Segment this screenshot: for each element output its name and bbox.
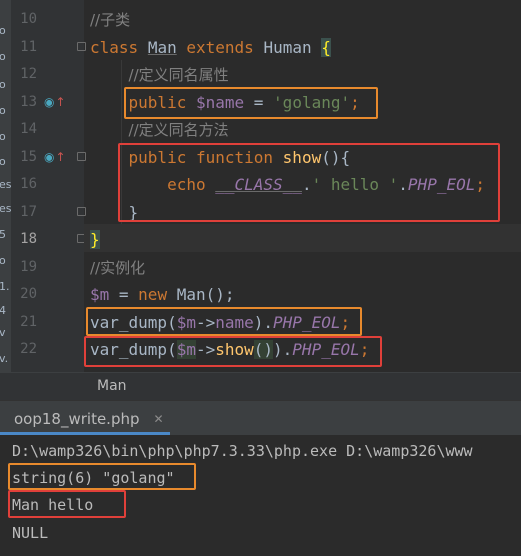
parent-class: Human bbox=[263, 37, 312, 57]
comment: //实例化 bbox=[90, 258, 146, 277]
project-item: es bbox=[0, 202, 11, 215]
brace: } bbox=[90, 230, 100, 249]
annotation-box-red bbox=[118, 143, 500, 222]
editor-gutter: 10 11 12 13 14 15 16 17 18 19 20 21 22 ◉… bbox=[11, 0, 86, 372]
line-number: 19 bbox=[20, 258, 37, 275]
brace: { bbox=[321, 37, 331, 57]
code-line-10: //子类 bbox=[90, 6, 130, 34]
override-indicator-icon[interactable]: ◉↑ bbox=[44, 89, 66, 117]
project-item: o bbox=[0, 78, 6, 91]
project-item: 4 bbox=[0, 304, 6, 317]
line-number: 20 bbox=[20, 286, 37, 302]
line-number: 11 bbox=[20, 38, 37, 55]
project-item: o bbox=[0, 130, 6, 143]
code-line-12: //定义同名属性 bbox=[90, 61, 229, 89]
run-tab-bar: oop18_write.php ✕ bbox=[0, 400, 521, 435]
code-editor[interactable]: 10 11 12 13 14 15 16 17 18 19 20 21 22 ◉… bbox=[0, 0, 521, 372]
code-line-11: class Man extends Human { bbox=[90, 34, 331, 62]
annotation-box-red bbox=[84, 336, 382, 367]
project-panel-edge[interactable]: o o o o o o es es 5 o 1. 4 v v. st bbox=[0, 0, 11, 400]
run-tab[interactable]: oop18_write.php ✕ bbox=[0, 401, 164, 436]
operator: = bbox=[109, 285, 139, 304]
project-item: o bbox=[0, 104, 6, 117]
breadcrumb: Man bbox=[0, 372, 521, 400]
project-item: 1. bbox=[0, 280, 10, 293]
console-line: NULL bbox=[12, 524, 49, 542]
constructor-call: Man(); bbox=[176, 285, 235, 304]
line-number: 13 bbox=[20, 93, 37, 110]
annotation-box-orange bbox=[124, 87, 378, 119]
close-icon[interactable]: ✕ bbox=[154, 402, 164, 436]
line-number: 12 bbox=[20, 66, 37, 82]
keyword: new bbox=[138, 285, 168, 304]
code-line-18: } bbox=[90, 226, 100, 254]
project-item: 5 bbox=[0, 228, 6, 241]
annotation-box-orange bbox=[86, 307, 362, 336]
run-tab-label: oop18_write.php bbox=[14, 409, 140, 428]
project-item: o bbox=[0, 254, 6, 267]
console-line: D:\wamp326\bin\php\php7.3.33\php.exe D:\… bbox=[12, 442, 473, 460]
line-number: 17 bbox=[20, 203, 37, 220]
line-number: 21 bbox=[20, 313, 37, 330]
comment: //子类 bbox=[90, 11, 131, 29]
line-number: 15 bbox=[20, 148, 37, 165]
breadcrumb-item[interactable]: Man bbox=[97, 373, 127, 400]
project-item: o bbox=[0, 155, 6, 168]
variable: $m bbox=[90, 285, 110, 304]
project-item: o bbox=[0, 50, 6, 63]
project-item: v. bbox=[0, 352, 9, 365]
code-line-19: //实例化 bbox=[90, 254, 145, 282]
project-item: es bbox=[0, 178, 11, 191]
line-number: 10 bbox=[20, 11, 37, 27]
comment: //定义同名属性 bbox=[128, 66, 229, 84]
override-indicator-icon[interactable]: ◉↑ bbox=[44, 144, 66, 172]
project-item: v bbox=[0, 326, 6, 339]
code-line-20: $m = new Man(); bbox=[90, 281, 235, 309]
comment: //定义同名方法 bbox=[128, 121, 229, 139]
annotation-box-red bbox=[8, 490, 126, 518]
line-number: 22 bbox=[20, 341, 37, 357]
class-name: Man bbox=[147, 37, 177, 57]
annotation-box-orange bbox=[8, 463, 196, 490]
run-console[interactable]: D:\wamp326\bin\php\php7.3.33\php.exe D:\… bbox=[0, 435, 521, 556]
project-item: o bbox=[0, 24, 6, 37]
line-number-current: 18 bbox=[20, 231, 37, 247]
keyword: class bbox=[90, 37, 139, 57]
keyword: extends bbox=[186, 37, 254, 57]
line-number: 16 bbox=[20, 176, 37, 192]
code-line-14: //定义同名方法 bbox=[90, 116, 229, 144]
line-number: 14 bbox=[20, 121, 37, 137]
